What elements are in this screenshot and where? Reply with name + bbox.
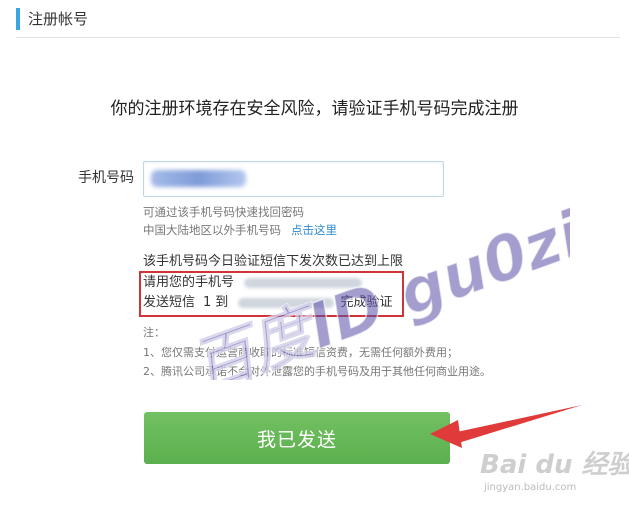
register-page: 注册帐号 你的注册环境存在安全风险，请验证手机号码完成注册 手机号码 可通过该手… [0, 0, 629, 508]
page-title: 注册帐号 [28, 10, 89, 28]
redacted-user-phone [244, 277, 363, 288]
note-item-2: 2、腾讯公司承诺不会对外泄露您的手机号码及用于其他任何商业用途。 [143, 365, 491, 378]
sms-code: 1 [203, 295, 212, 310]
verify-line2-to: 到 [215, 295, 229, 310]
i-have-sent-button[interactable]: 我已发送 [144, 412, 450, 464]
hint-foreign-text: 中国大陆地区以外手机号码 [143, 223, 281, 237]
verify-line1-prefix: 请用您的手机号 [143, 275, 235, 290]
baidu-jingyan-logo: Bai du 经验 jingyan.baidu.com [480, 450, 629, 500]
foreign-number-link[interactable]: 点击这里 [291, 223, 337, 237]
security-warning-title: 你的注册环境存在安全风险，请验证手机号码完成注册 [110, 99, 519, 119]
page-header: 注册帐号 [0, 0, 629, 38]
header-divider [16, 37, 620, 38]
phone-input[interactable] [143, 161, 444, 197]
hint-recover-password: 可通过该手机号码快速找回密码 [143, 205, 304, 219]
note-item-1: 1、您仅需支付运营商收取的标准短信资费，无需任何额外费用； [143, 346, 458, 359]
verify-line2-suffix: 完成验证 [340, 295, 393, 310]
baidu-url: jingyan.baidu.com [484, 482, 577, 493]
header-accent-bar [16, 8, 20, 30]
verify-instruction-line1: 请用您的手机号 [143, 274, 363, 292]
redacted-target-number [238, 297, 335, 308]
hint-foreign-number: 中国大陆地区以外手机号码 点击这里 [143, 222, 337, 238]
arrow-shaft [452, 405, 582, 444]
verify-line2-prefix: 发送短信 [143, 295, 196, 310]
notes-title: 注： [143, 326, 165, 339]
sms-limit-notice: 该手机号码今日验证短信下发次数已达到上限 [143, 254, 404, 269]
baidu-logo-text: Bai du 经验 [480, 450, 629, 480]
phone-label: 手机号码 [78, 170, 134, 186]
verify-instruction-line2: 发送短信 1 到 完成验证 [143, 294, 392, 312]
